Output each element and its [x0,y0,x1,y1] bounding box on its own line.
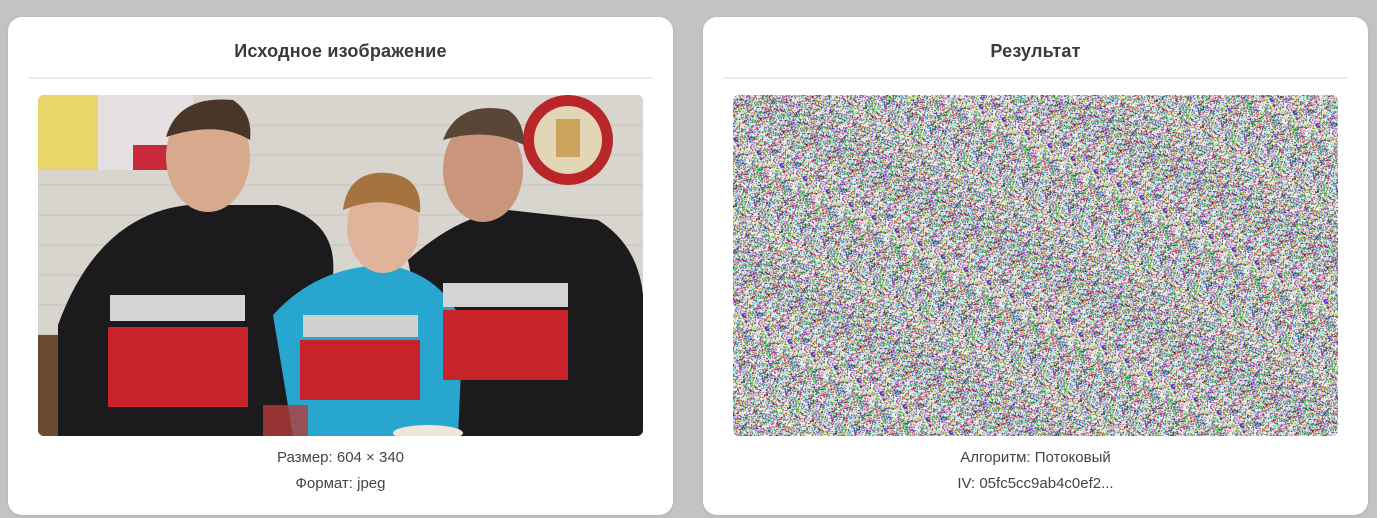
image-format-label: Формат: jpeg [295,475,386,492]
source-panel: Исходное изображение Размер: 604 × 340 Ф… [8,17,673,515]
source-image [38,95,643,436]
source-panel-divider [28,77,653,79]
image-size-label: Размер: 604 × 340 [276,449,405,466]
result-panel: Результат Алгоритм: Потоковый IV: 05fc5c… [703,17,1368,515]
result-panel-title: Результат [990,41,1081,61]
noise-canvas [733,95,1338,436]
iv-label: IV: 05fc5cc9ab4c0ef2... [957,475,1114,492]
source-panel-title: Исходное изображение [234,41,447,61]
algorithm-label: Алгоритм: Потоковый [960,449,1111,466]
result-noise-image [733,95,1338,436]
result-panel-divider [723,77,1348,79]
